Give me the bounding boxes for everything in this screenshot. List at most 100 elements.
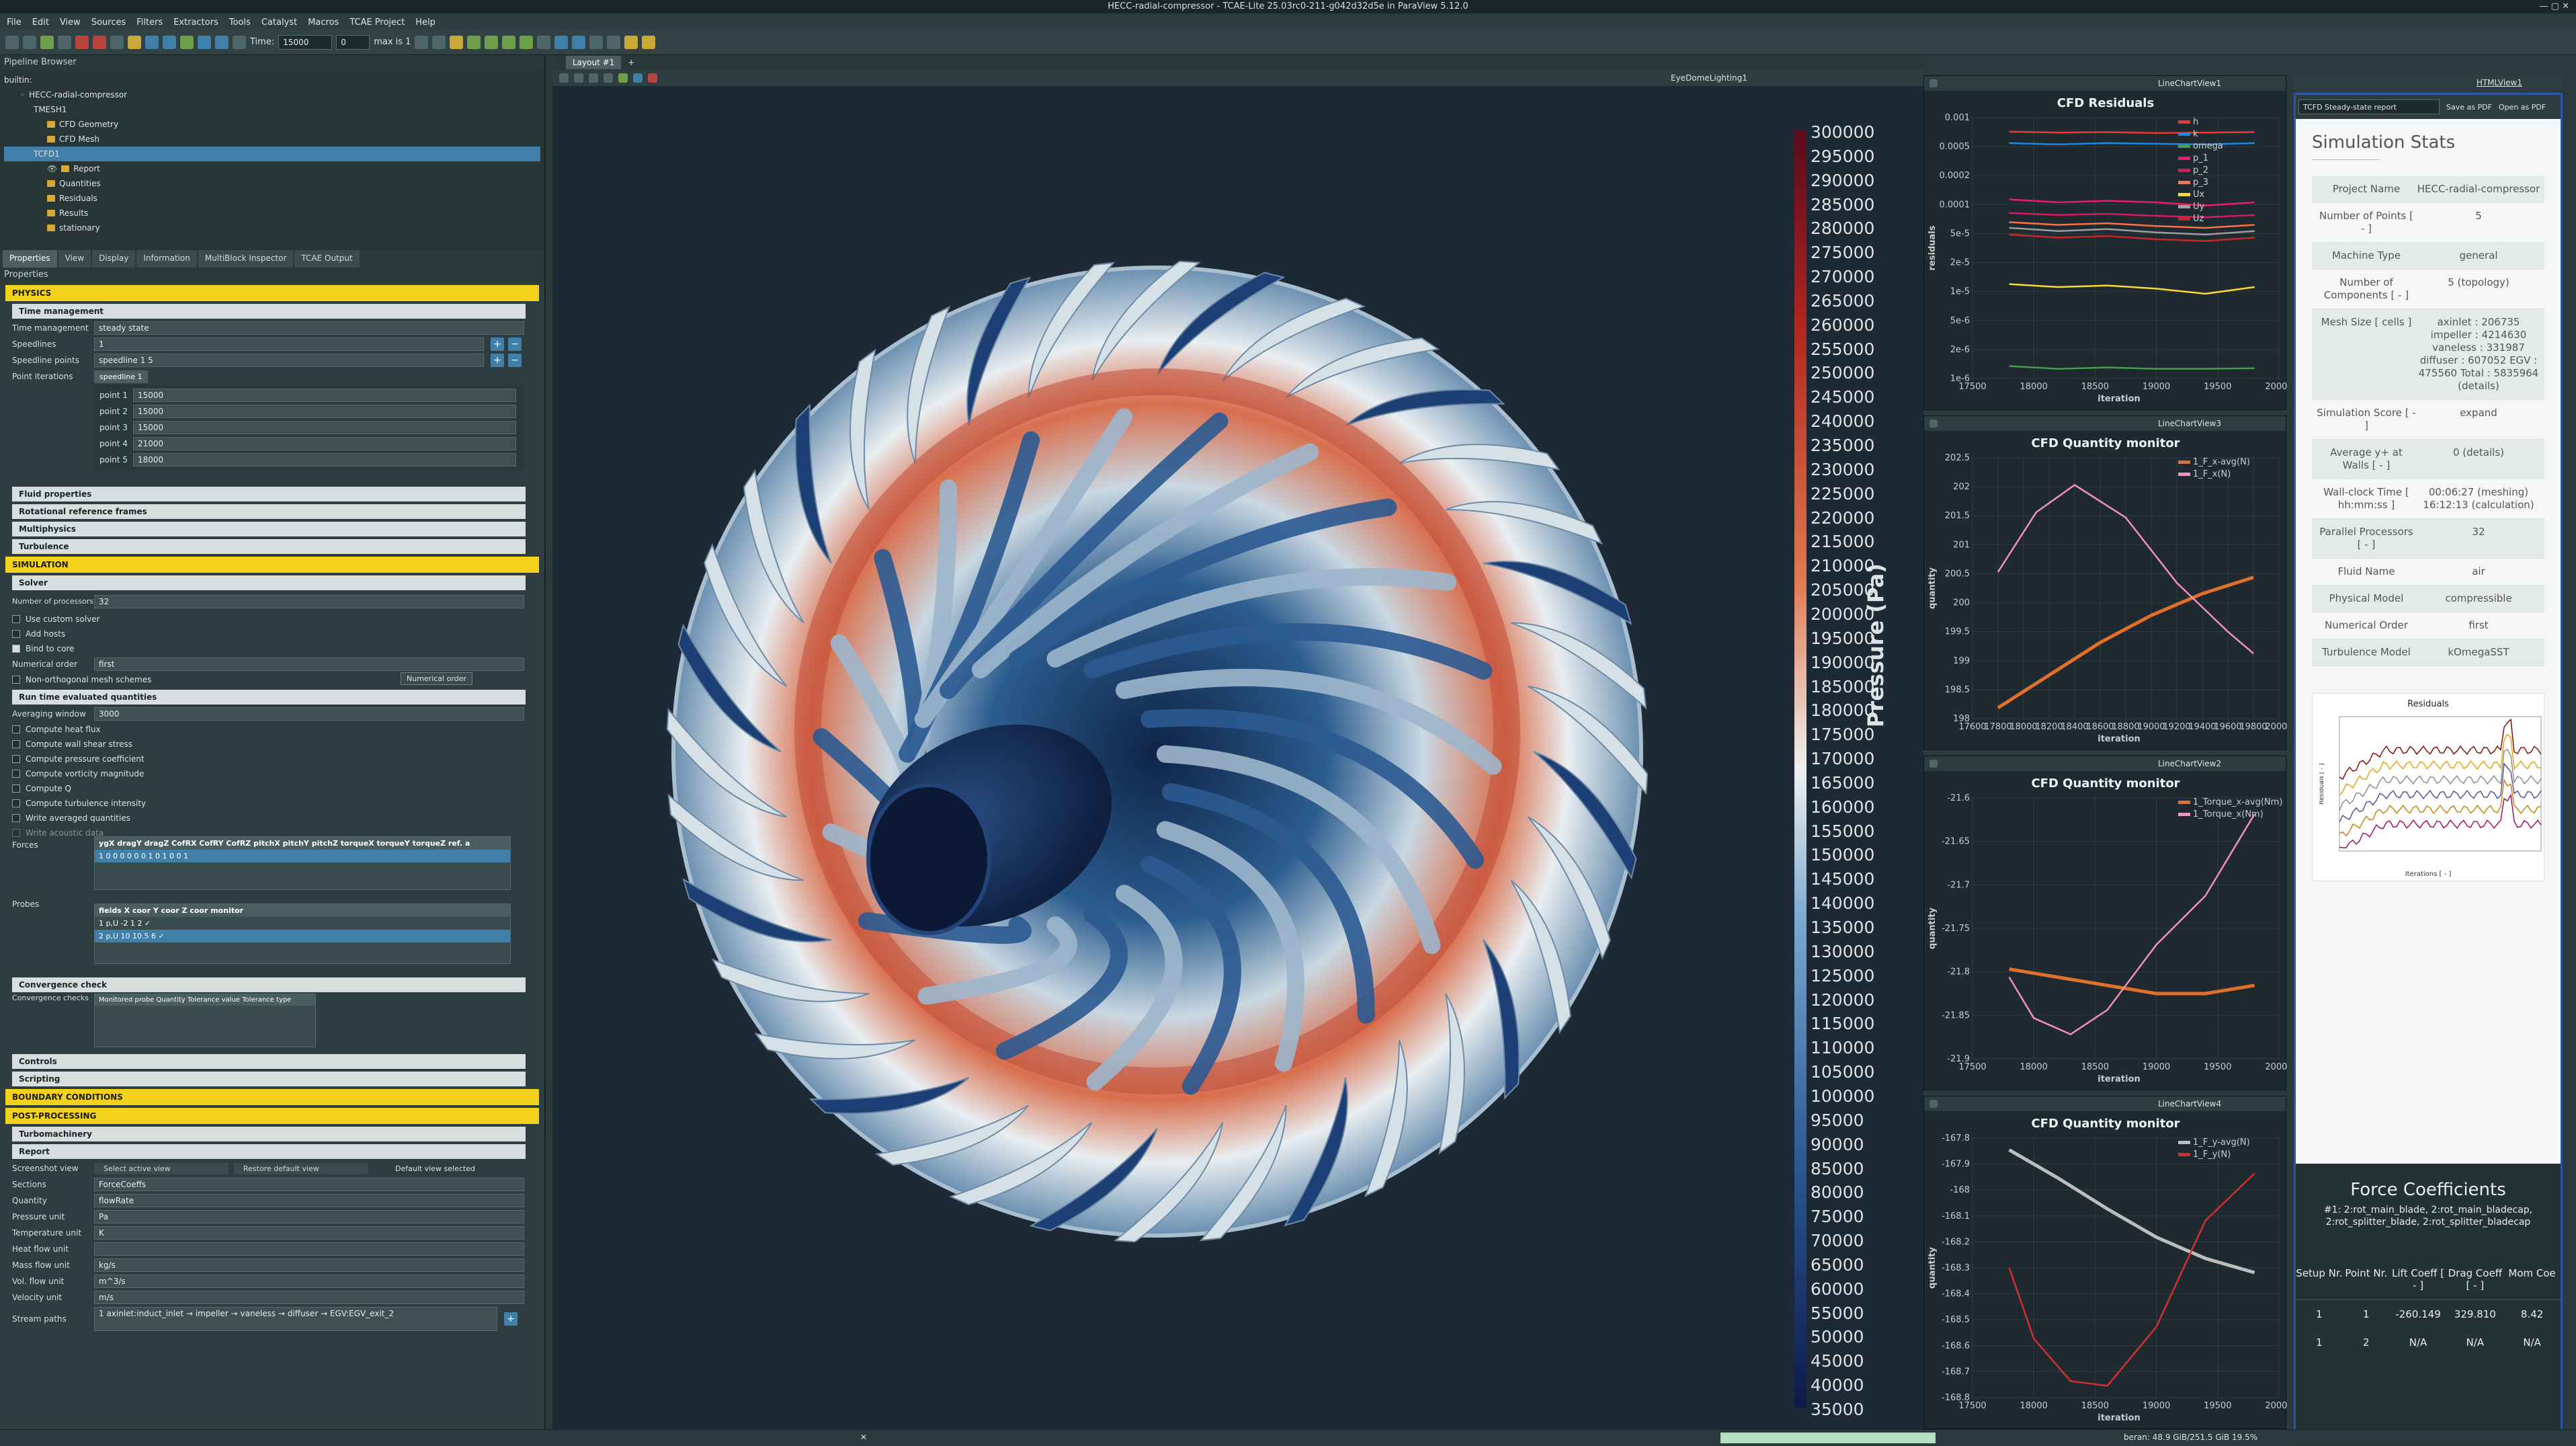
menu-help[interactable]: Help <box>415 17 435 28</box>
wall-shear-checkbox[interactable] <box>12 740 20 748</box>
tab-properties[interactable]: Properties <box>3 250 57 268</box>
group-run-time-quantities[interactable]: Run time evaluated quantities <box>12 690 526 705</box>
quantity-select[interactable]: flowRate <box>94 1194 524 1207</box>
group-icon[interactable] <box>607 35 621 49</box>
rescale-icon[interactable] <box>432 35 446 49</box>
warp-icon[interactable] <box>589 35 604 49</box>
save-pdf-button[interactable]: Save as PDF <box>2446 103 2492 112</box>
force-x-chart[interactable]: CFD Quantity monitor17600178001800018200… <box>1924 431 2293 751</box>
group-scripting[interactable]: Scripting <box>12 1072 526 1086</box>
axis-x-icon[interactable] <box>574 73 583 83</box>
group-time-management[interactable]: Time management <box>12 304 526 319</box>
speedline-tab[interactable]: speedline 1 <box>94 370 148 383</box>
tab-tcae-output[interactable]: TCAE Output <box>294 250 360 268</box>
calculator-icon[interactable] <box>450 35 464 49</box>
section-post-processing[interactable]: POST-PROCESSING <box>5 1108 539 1124</box>
menu-filters[interactable]: Filters <box>136 17 163 28</box>
section-simulation[interactable]: SIMULATION <box>5 557 539 573</box>
turbomachine-render[interactable] <box>552 86 1923 1431</box>
prev-frame-icon[interactable] <box>163 35 176 49</box>
pipeline-item-selected[interactable]: TCFD1 <box>4 147 540 161</box>
first-frame-icon[interactable] <box>145 35 159 49</box>
add-stream-path-button[interactable]: + <box>504 1312 517 1326</box>
mass-flow-unit-select[interactable]: kg/s <box>94 1258 524 1272</box>
compute-q-checkbox[interactable] <box>12 785 20 793</box>
table-row[interactable]: 1 0 0 0 0 0 0 1 0 1 0 0 1 <box>95 850 510 862</box>
tcae-icon[interactable] <box>642 35 656 49</box>
pipeline-item[interactable]: 👁 Report <box>4 161 540 176</box>
point-iter-input[interactable]: 21000 <box>133 437 516 450</box>
extract-icon[interactable] <box>537 35 551 49</box>
camera-undo-icon[interactable] <box>110 35 124 49</box>
time-input[interactable]: 15000 <box>278 34 333 50</box>
nproc-input[interactable]: 32 <box>94 595 524 608</box>
clip-icon[interactable] <box>485 35 499 49</box>
group-controls[interactable]: Controls <box>12 1054 526 1069</box>
undo-icon[interactable] <box>75 35 89 49</box>
add-point-button[interactable]: + <box>491 354 504 367</box>
camera-icon[interactable] <box>1929 79 1938 87</box>
menu-file[interactable]: File <box>7 17 22 28</box>
menu-tools[interactable]: Tools <box>229 17 251 28</box>
redo-icon[interactable] <box>93 35 106 49</box>
close-icon[interactable]: ✕ <box>860 1433 867 1442</box>
table-row[interactable]: 1 p,U -2 1 2 ✓ <box>95 917 510 930</box>
select-icon[interactable] <box>618 73 628 83</box>
pressure-unit-select[interactable]: Pa <box>94 1210 524 1223</box>
group-fluid-properties[interactable]: Fluid properties <box>12 487 526 501</box>
interact-icon[interactable] <box>633 73 642 83</box>
point-iter-input[interactable]: 15000 <box>133 405 516 418</box>
group-report[interactable]: Report <box>12 1144 526 1159</box>
stream-paths-table[interactable]: 1 axinlet:induct_inlet → impeller → vane… <box>94 1307 497 1331</box>
pipeline-item[interactable]: stationary <box>4 220 540 235</box>
tab-layout-1[interactable]: Layout #1 <box>566 56 622 69</box>
window-controls[interactable]: — ▢ ✕ <box>2540 1 2569 11</box>
residuals-chart[interactable]: CFD Residuals17500 18000 18500 19000 19500 20… <box>1924 91 2293 411</box>
write-avg-checkbox[interactable] <box>12 814 20 822</box>
acoustic-checkbox[interactable] <box>12 829 20 837</box>
save-icon[interactable] <box>23 35 36 49</box>
menu-extractors[interactable]: Extractors <box>173 17 218 28</box>
torque-chart[interactable]: CFD Quantity monitor17500 18000 18500 19000… <box>1924 771 2293 1091</box>
menu-view[interactable]: View <box>60 17 81 28</box>
pipeline-item[interactable]: CFD Geometry <box>4 117 540 132</box>
speedline-points-input[interactable]: speedline 1 5 <box>94 354 484 367</box>
group-solver[interactable]: Solver <box>12 575 526 590</box>
group-multiphysics[interactable]: Multiphysics <box>12 522 526 536</box>
pipeline-item[interactable]: builtin: <box>4 73 540 87</box>
tab-view[interactable]: View <box>58 250 91 268</box>
threshold-icon[interactable] <box>520 35 534 49</box>
add-layout-button[interactable]: + <box>628 58 634 67</box>
group-turbulence[interactable]: Turbulence <box>12 539 526 554</box>
menu-catalyst[interactable]: Catalyst <box>261 17 297 28</box>
point-iter-input[interactable]: 18000 <box>133 453 516 467</box>
bind-core-checkbox[interactable] <box>12 645 20 653</box>
section-boundary-conditions[interactable]: BOUNDARY CONDITIONS <box>5 1089 539 1105</box>
eye-icon[interactable]: 👁 <box>47 161 57 176</box>
camera-icon[interactable] <box>1929 419 1938 428</box>
remove-point-button[interactable]: − <box>508 354 522 367</box>
point-iter-input[interactable]: 15000 <box>133 421 516 434</box>
velocity-unit-select[interactable]: m/s <box>94 1291 524 1304</box>
temperature-unit-select[interactable]: K <box>94 1226 524 1240</box>
menu-tcae-project[interactable]: TCAE Project <box>349 17 405 28</box>
glyph-icon[interactable] <box>554 35 569 49</box>
force-y-chart[interactable]: CFD Quantity monitor17500 18000 18500 19000… <box>1924 1111 2293 1430</box>
menu-sources[interactable]: Sources <box>91 17 126 28</box>
tab-information[interactable]: Information <box>136 250 197 268</box>
add-speedline-button[interactable]: + <box>491 337 504 351</box>
sections-select[interactable]: ForceCoeffs <box>94 1178 524 1191</box>
group-convergence[interactable]: Convergence check <box>12 977 526 992</box>
loop-icon[interactable] <box>233 35 246 49</box>
heat-flux-checkbox[interactable] <box>12 725 20 733</box>
heat-flow-unit-select[interactable] <box>94 1242 524 1256</box>
pipeline-item[interactable]: ◦ HECC-radial-compressor <box>4 87 540 102</box>
point-iter-input[interactable]: 15000 <box>133 389 516 402</box>
last-frame-icon[interactable] <box>215 35 228 49</box>
pipeline-item[interactable]: Results <box>4 206 540 220</box>
turb-intensity-checkbox[interactable] <box>12 799 20 807</box>
vol-flow-unit-select[interactable]: m^3/s <box>94 1275 524 1288</box>
report-select[interactable]: TCFD Steady-state report <box>2298 99 2440 114</box>
camera-icon[interactable] <box>1929 760 1938 768</box>
macro-icon[interactable] <box>128 35 141 49</box>
